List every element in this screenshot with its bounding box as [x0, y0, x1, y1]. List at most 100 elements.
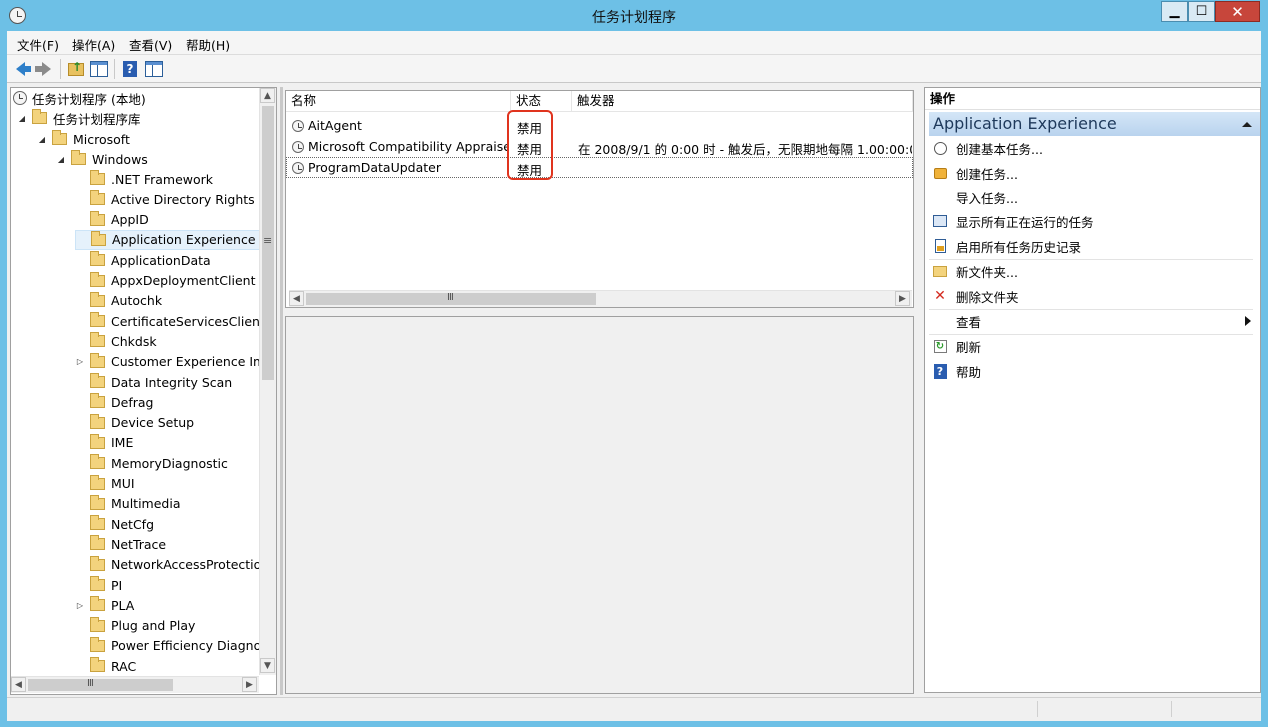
task-row[interactable]: AitAgent 禁用	[286, 115, 913, 136]
action-delete-folder[interactable]: ✕ 删除文件夹	[929, 285, 1257, 307]
task-name: ProgramDataUpdater	[308, 160, 441, 175]
action-refresh[interactable]: ↻ 刷新	[929, 335, 1257, 357]
tree-folder-selected[interactable]: Application Experience	[75, 229, 260, 250]
expand-icon[interactable]: ▷	[75, 601, 85, 610]
action-create-task[interactable]: 创建任务...	[929, 162, 1257, 184]
tree-microsoft[interactable]: ◢ Microsoft	[37, 129, 130, 149]
tree-horizontal-scrollbar[interactable]: ◀ Ⅲ ▶	[11, 676, 259, 693]
up-one-level-button[interactable]	[65, 58, 87, 80]
tree-windows[interactable]: ◢ Windows	[56, 149, 148, 169]
actions-section-header[interactable]: Application Experience	[929, 112, 1260, 136]
tree-folder-label: Multimedia	[111, 496, 181, 512]
tree-folder[interactable]: Multimedia	[75, 494, 181, 514]
tree-folder-label: PLA	[111, 597, 135, 613]
tree-folder[interactable]: MUI	[75, 474, 135, 494]
action-new-folder[interactable]: 新文件夹...	[929, 260, 1257, 282]
tree-folder[interactable]: AppID	[75, 210, 149, 230]
action-create-basic-task[interactable]: 创建基本任务...	[929, 137, 1257, 159]
action-label: 创建基本任务...	[956, 141, 1043, 157]
tree-library[interactable]: ◢ 任务计划程序库	[17, 108, 141, 128]
action-label: 启用所有任务历史记录	[956, 239, 1082, 255]
collapse-icon[interactable]: ◢	[37, 135, 47, 144]
tree-folder[interactable]: Defrag	[75, 392, 153, 412]
tree-folder[interactable]: Plug and Play	[75, 616, 195, 636]
tree-folder[interactable]: Data Integrity Scan	[75, 372, 232, 392]
collapse-icon[interactable]: ◢	[56, 155, 66, 164]
task-row[interactable]: Microsoft Compatibility Appraiser 禁用 在 2…	[286, 136, 913, 157]
tree-folder-label: AppxDeploymentClient	[111, 273, 256, 288]
task-list-horizontal-scrollbar[interactable]: ◀ Ⅲ ▶	[289, 290, 912, 307]
expand-icon[interactable]: ▷	[75, 357, 85, 366]
tree-folder[interactable]: Active Directory Rights M	[75, 189, 269, 209]
minimize-button[interactable]: ▁	[1161, 1, 1188, 22]
folder-icon	[90, 474, 105, 490]
scroll-right-arrow-icon[interactable]: ▶	[895, 291, 910, 306]
tree-folder-label: .NET Framework	[111, 171, 214, 187]
tree-folder[interactable]: Device Setup	[75, 413, 194, 433]
scroll-up-arrow-icon[interactable]: ▲	[260, 88, 275, 103]
scroll-left-arrow-icon[interactable]: ◀	[11, 677, 26, 692]
show-hide-action-pane-button[interactable]	[143, 58, 165, 80]
column-header-status[interactable]: 状态	[511, 91, 572, 112]
menu-action[interactable]: 操作(A)	[72, 35, 115, 54]
history-icon	[934, 239, 946, 253]
task-row-focused[interactable]: ProgramDataUpdater 禁用	[286, 157, 913, 178]
tree-folder[interactable]: ApplicationData	[75, 250, 211, 270]
tree-folder[interactable]: AppxDeploymentClient	[75, 271, 255, 291]
tree-folder[interactable]: ▷ Customer Experience Im	[75, 352, 265, 372]
tree-folder[interactable]: ▷ PLA	[75, 595, 134, 615]
maximize-button[interactable]: ☐	[1188, 1, 1215, 22]
tree-folder[interactable]: MemoryDiagnostic	[75, 453, 228, 473]
folder-icon	[90, 271, 105, 287]
action-label: 查看	[956, 314, 982, 330]
folder-icon	[90, 413, 105, 429]
menu-help[interactable]: 帮助(H)	[186, 35, 230, 54]
column-header-name[interactable]: 名称	[286, 91, 511, 112]
collapse-caret-icon[interactable]	[1242, 122, 1252, 127]
actions-pane: 操作 Application Experience 创建基本任务... 创建任务…	[924, 87, 1261, 693]
action-label: 新文件夹...	[956, 264, 1018, 280]
task-name: AitAgent	[308, 118, 362, 133]
scroll-left-arrow-icon[interactable]: ◀	[289, 291, 304, 306]
menu-view[interactable]: 查看(V)	[129, 35, 172, 54]
menu-file[interactable]: 文件(F)	[17, 35, 59, 54]
back-button[interactable]	[9, 58, 31, 80]
task-trigger: 在 2008/9/1 的 0:00 时 - 触发后，无限期地每隔 1.00:00…	[578, 142, 912, 157]
tree-folder[interactable]: Chkdsk	[75, 331, 157, 351]
tree-folder[interactable]: CertificateServicesClient	[75, 311, 265, 331]
action-enable-history[interactable]: 启用所有任务历史记录	[929, 235, 1257, 257]
folder-icon	[90, 576, 105, 591]
scroll-down-arrow-icon[interactable]: ▼	[260, 658, 275, 673]
close-button[interactable]: ✕	[1215, 1, 1260, 22]
scroll-thumb[interactable]	[28, 679, 173, 691]
show-hide-console-tree-button[interactable]	[88, 58, 110, 80]
action-view[interactable]: 查看	[929, 310, 1257, 332]
scroll-right-arrow-icon[interactable]: ▶	[242, 677, 257, 692]
tree-folder-label: Active Directory Rights M	[111, 191, 270, 207]
tree-folder[interactable]: NetTrace	[75, 534, 166, 554]
action-display-running-tasks[interactable]: 显示所有正在运行的任务	[929, 210, 1257, 232]
tree-folder[interactable]: Power Efficiency Diagnos	[75, 636, 268, 656]
forward-button[interactable]	[31, 58, 53, 80]
tree-folder[interactable]: NetCfg	[75, 514, 154, 534]
action-import-task[interactable]: 导入任务...	[929, 186, 1257, 208]
column-header-trigger[interactable]: 触发器	[572, 91, 913, 112]
task-clock-icon	[292, 162, 304, 174]
forward-arrow-icon	[34, 62, 51, 76]
tree-folder[interactable]: NetworkAccessProtection	[75, 555, 269, 575]
tree-folder[interactable]: .NET Framework	[75, 169, 213, 189]
folder-icon	[90, 596, 105, 612]
help-button[interactable]: ?	[119, 58, 141, 80]
tree-folder[interactable]: IME	[75, 433, 133, 453]
tree-vertical-scrollbar[interactable]: ▲ ≡ ▼	[259, 88, 276, 675]
pane-splitter[interactable]	[280, 87, 283, 695]
tree-root[interactable]: 任务计划程序 (本地)	[13, 88, 146, 108]
window-client-area: 文件(F) 操作(A) 查看(V) 帮助(H) ? 任务计划程序 (本地) ◢ …	[7, 31, 1261, 721]
task-status: 禁用	[517, 163, 543, 178]
action-help[interactable]: ? 帮助	[929, 360, 1257, 382]
tree-folder[interactable]: PI	[75, 575, 122, 595]
collapse-icon[interactable]: ◢	[17, 114, 27, 123]
tree-folder[interactable]: Autochk	[75, 291, 162, 311]
task-icon	[933, 167, 947, 179]
tree-folder[interactable]: RAC	[75, 656, 136, 676]
